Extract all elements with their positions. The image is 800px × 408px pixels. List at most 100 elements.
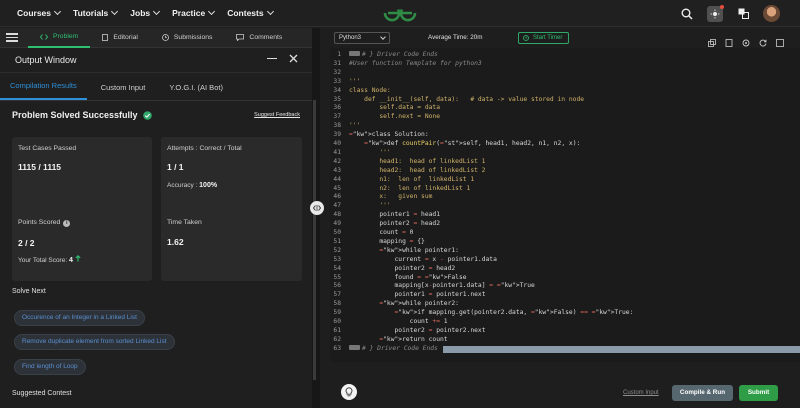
line-number: 39 [333, 131, 341, 139]
tab-problem[interactable]: Problem [28, 28, 91, 48]
compile-run-button[interactable]: Compile & Run [672, 385, 733, 401]
code-line: 61 pointer2 = pointer2.next [330, 327, 800, 336]
time-label: Time Taken [167, 219, 202, 226]
code-line: 38 ''' [330, 122, 800, 131]
gfg-logo-icon[interactable] [382, 3, 418, 23]
tab-comments[interactable]: Comments [224, 28, 294, 48]
code-text: ="kw">class Solution: [349, 131, 429, 139]
results-body: Problem Solved Successfully Suggest Feed… [0, 101, 312, 129]
line-number: 46 [333, 193, 341, 201]
nav-tutorials-label: Tutorials [73, 8, 109, 18]
line-number: 48 [333, 211, 341, 219]
tab-submissions-label: Submissions [173, 34, 213, 41]
start-timer-button[interactable]: Start Timer [518, 32, 570, 44]
line-number: 63 [333, 344, 341, 352]
nav-courses[interactable]: Courses [17, 7, 62, 18]
code-line: 53 current = x - pointer1.data [330, 256, 800, 265]
code-editor[interactable]: 1 # } Driver Code Ends 31 #User function Te… [330, 48, 800, 362]
code-line: 42 head1: head of linkedList 1 [330, 158, 800, 167]
nav-tutorials[interactable]: Tutorials [73, 7, 119, 18]
avatar[interactable] [763, 5, 780, 22]
code-line: 32 [330, 69, 800, 78]
nav-practice-label: Practice [172, 8, 206, 18]
chevron-down-icon [53, 7, 62, 16]
line-number: 54 [333, 264, 341, 272]
line-number: 50 [333, 229, 341, 236]
resize-handle-icon[interactable] [310, 201, 324, 215]
test-cases-value: 1115 / 1115 [18, 162, 62, 172]
line-number: 47 [333, 202, 341, 210]
suggest-feedback-link[interactable]: Suggest Feedback [254, 112, 300, 118]
line-number: 41 [333, 148, 341, 156]
search-icon[interactable] [679, 6, 695, 22]
code-line: 33 ''' [330, 78, 800, 87]
tab-yogi-bot[interactable]: Y.O.G.I. (AI Bot) [159, 83, 233, 100]
line-number: 33 [333, 77, 341, 85]
line-number: 42 [333, 157, 341, 165]
lightbulb-icon[interactable] [341, 384, 357, 400]
code-line: 51 mapping = {} [330, 238, 800, 247]
code-text: n1: len of linkedList 1 [349, 175, 475, 183]
fold-marker-icon[interactable] [349, 51, 360, 56]
code-line: 58 ="kw">while pointer2: [330, 300, 800, 309]
code-text: head1: head of linkedList 1 [349, 157, 486, 165]
line-number: 61 [333, 326, 341, 334]
info-icon[interactable]: i [63, 220, 71, 227]
nav-jobs[interactable]: Jobs [130, 7, 161, 18]
line-number: 58 [333, 300, 341, 308]
file-icon[interactable] [725, 34, 733, 47]
solve-next-title: Solve Next [12, 288, 46, 295]
menu-icon[interactable] [6, 31, 18, 44]
solve-next-link[interactable]: Occurence of an Integer in a Linked List [14, 310, 145, 326]
line-number: 57 [333, 291, 341, 299]
points-label: Points Scored [18, 219, 61, 226]
reset-icon[interactable] [759, 34, 767, 47]
accuracy-value: 100% [199, 182, 218, 189]
problem-tabbar: Problem Editorial Submissions Comments [0, 28, 312, 48]
tab-compilation-results[interactable]: Compilation Results [0, 81, 87, 100]
code-line: 43 head2: head of linkedList 2 [330, 167, 800, 176]
close-icon[interactable] [289, 54, 298, 63]
translate-icon[interactable] [735, 6, 751, 22]
line-number: 44 [333, 175, 341, 183]
tab-custom-input[interactable]: Custom Input [91, 83, 156, 100]
code-line: 36 self.data = data [330, 104, 800, 113]
left-scrollbar[interactable] [313, 100, 316, 380]
code-line: 40 ="kw">def countPair(="st">self, head1… [330, 140, 800, 149]
tab-submissions[interactable]: Submissions [150, 28, 225, 48]
code-text: ''' [349, 122, 361, 130]
editor-panel: Python3 Average Time: 20m Start Timer 1 #… [330, 28, 800, 408]
code-line: 56 mapping[x-pointer1.data] = ="kw">True [330, 282, 800, 291]
code-line: 59 ="kw">if mapping.get(pointer2.data, =… [330, 309, 800, 318]
solve-next-link[interactable]: Find length of Loop [14, 359, 86, 375]
language-select[interactable]: Python3 [334, 32, 390, 44]
line-number: 31 [333, 59, 341, 67]
theme-toggle-icon[interactable] [707, 4, 724, 22]
solve-next-link[interactable]: Remove duplicate element from sorted Lin… [14, 334, 175, 350]
notification-dot [720, 4, 724, 9]
code-text: self.next = None [349, 113, 440, 121]
chevron-down-icon [153, 7, 161, 16]
custom-input-link[interactable]: Custom Input [623, 390, 659, 396]
accuracy-label: Accuracy : [167, 182, 198, 189]
code-line: 44 n1: len of linkedList 1 [330, 176, 800, 185]
code-line: 37 self.next = None [330, 113, 800, 122]
settings-icon[interactable] [742, 34, 750, 47]
code-line: 54 pointer2 = head2 [330, 265, 800, 274]
submit-button[interactable]: Submit [739, 385, 778, 401]
points-card: Points Scored i 2 / 2 Your Total Score: 4 [12, 211, 152, 281]
nav-practice[interactable]: Practice [172, 7, 216, 18]
code-text: ="kw">while pointer1: [379, 246, 459, 254]
fold-marker-icon[interactable] [349, 344, 360, 350]
code-line: 55 found = ="kw">False [330, 274, 800, 283]
copy-icon[interactable] [708, 34, 716, 47]
minimize-icon[interactable] [267, 57, 277, 60]
line-number: 36 [333, 104, 341, 112]
attempts-label: Attempts : Correct / Total [167, 145, 242, 152]
nav-contests[interactable]: Contests [227, 7, 274, 18]
code-text: found = ="kw">False [349, 273, 467, 281]
document-icon [102, 34, 109, 41]
fullscreen-icon[interactable] [776, 34, 784, 47]
code-line: 49 pointer2 = head2 [330, 220, 800, 229]
tab-editorial[interactable]: Editorial [90, 28, 150, 48]
